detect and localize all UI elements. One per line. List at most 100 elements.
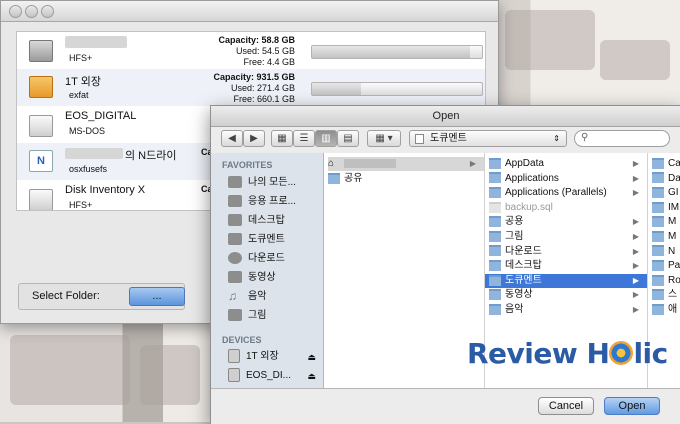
- home-icon: ⌂: [328, 158, 335, 169]
- list-item[interactable]: AppData ▶: [485, 157, 647, 171]
- sidebar-item-movies[interactable]: 동영상: [228, 270, 320, 286]
- redacted-home-name: [344, 158, 396, 168]
- disk-row[interactable]: 1T 외장 exfat Capacity: 931.5 GB Used: 271…: [17, 69, 485, 106]
- disk-name: EOS_DIGITAL: [65, 110, 137, 122]
- folder-icon: [489, 157, 501, 169]
- icon-view-button[interactable]: ▦: [271, 130, 293, 147]
- open-button[interactable]: Open: [604, 397, 660, 415]
- disk-row[interactable]: HFS+ Capacity: 58.8 GB Used: 54.5 GB Fre…: [17, 32, 485, 69]
- sidebar-item-label: 동영상: [248, 272, 276, 283]
- coverflow-view-button[interactable]: ▤: [337, 130, 359, 147]
- list-item[interactable]: 동영상 ▶: [485, 288, 647, 302]
- list-item[interactable]: IM: [652, 201, 680, 215]
- list-item[interactable]: 다운로드 ▶: [485, 245, 647, 259]
- list-item-label: 도큐멘트: [505, 274, 542, 286]
- list-item[interactable]: Da: [652, 172, 680, 186]
- cancel-button[interactable]: Cancel: [538, 397, 594, 415]
- list-item[interactable]: 음악 ▶: [485, 303, 647, 317]
- list-item-label: Ro: [668, 274, 680, 286]
- disk-free: Free: 4.4 GB: [243, 57, 295, 67]
- list-item[interactable]: backup.sql: [485, 201, 647, 215]
- eject-icon[interactable]: ⏏: [307, 349, 316, 365]
- list-item[interactable]: Applications (Parallels) ▶: [485, 186, 647, 200]
- disk-filesystem: MS-DOS: [69, 126, 105, 136]
- folder-icon: [652, 201, 664, 213]
- list-view-button[interactable]: ☰: [293, 130, 315, 147]
- forward-button[interactable]: ▶: [243, 130, 265, 147]
- disk-usage-bar: [311, 82, 483, 96]
- list-item-label: Da: [668, 172, 680, 184]
- disk-capacity: Capacity: 58.8 GB: [218, 35, 295, 45]
- list-item[interactable]: GI: [652, 186, 680, 200]
- list-item[interactable]: Ro: [652, 274, 680, 288]
- list-item-label: 동영상: [505, 289, 533, 301]
- list-item[interactable]: N: [652, 245, 680, 259]
- favorites-header: FAVORITES: [222, 160, 273, 170]
- sidebar-item-documents[interactable]: 도큐멘트: [228, 232, 320, 248]
- folder-icon: [652, 245, 664, 257]
- disk-capacity: Capacity: 931.5 GB: [213, 72, 295, 82]
- chevron-right-icon: ▶: [469, 159, 476, 168]
- disk-name: 의 N드라이: [125, 150, 177, 162]
- list-item[interactable]: 그림 ▶: [485, 230, 647, 244]
- chevron-right-icon: ▶: [632, 188, 639, 198]
- zoom-window-button[interactable]: [41, 5, 54, 18]
- list-item-label: 음악: [505, 304, 524, 315]
- sidebar-item-label: 그림: [248, 310, 267, 321]
- sidebar-item-label: 도큐멘트: [248, 234, 285, 245]
- list-item[interactable]: 애: [652, 303, 680, 317]
- sidebar-item-downloads[interactable]: 다운로드: [228, 251, 320, 267]
- folder-icon: [489, 172, 501, 184]
- sidebar-item-all-files[interactable]: 나의 모든...: [228, 175, 320, 191]
- search-field[interactable]: ⚲: [574, 130, 670, 147]
- folder-icon: [489, 303, 501, 315]
- list-item[interactable]: Applications ▶: [485, 172, 647, 186]
- sidebar-item-applications[interactable]: 응용 프로...: [228, 194, 320, 210]
- list-item-label: 공용: [505, 216, 524, 228]
- dialog-sidebar: FAVORITES 나의 모든... 응용 프로... 데스크탑 도큐멘트 다운…: [211, 153, 324, 388]
- desktop-icon: [228, 214, 242, 227]
- list-item[interactable]: Pa: [652, 259, 680, 273]
- folder-icon: [652, 303, 664, 315]
- list-item[interactable]: M: [652, 215, 680, 229]
- path-popup-label: 도큐멘트: [430, 133, 467, 144]
- list-item-label: 데스크탑: [505, 260, 542, 272]
- list-item[interactable]: 공용 ▶: [485, 215, 647, 229]
- sidebar-item-label: 다운로드: [248, 253, 285, 264]
- downloads-icon: [228, 252, 242, 265]
- list-item-label: 공유: [344, 173, 363, 184]
- folder-icon: [652, 157, 664, 169]
- list-item[interactable]: Ca: [652, 157, 680, 171]
- list-item-label: IM: [668, 201, 680, 213]
- list-item[interactable]: 공유: [328, 172, 488, 186]
- eject-icon[interactable]: ⏏: [307, 368, 316, 384]
- sidebar-item-device-1t[interactable]: 1T 외장 ⏏: [228, 349, 320, 365]
- chevron-right-icon: ▶: [632, 173, 639, 183]
- minimize-window-button[interactable]: [25, 5, 38, 18]
- list-item-label: AppData: [505, 158, 544, 169]
- close-window-button[interactable]: [9, 5, 22, 18]
- disk-usage-fill: [312, 83, 362, 95]
- file-icon: [489, 201, 501, 213]
- folder-icon: [652, 289, 664, 301]
- list-item[interactable]: 데스크탑 ▶: [485, 259, 647, 273]
- list-item[interactable]: M: [652, 230, 680, 244]
- select-folder-button[interactable]: ...: [129, 287, 185, 306]
- disk-name: 1T 외장: [65, 76, 101, 88]
- sidebar-item-desktop[interactable]: 데스크탑: [228, 213, 320, 229]
- arrange-menu-button[interactable]: ▦ ▾: [367, 130, 401, 147]
- disk-used: Used: 54.5 GB: [235, 46, 295, 56]
- path-popup[interactable]: 도큐멘트 ⇕: [409, 130, 567, 147]
- disk-filesystem: HFS+: [69, 200, 93, 210]
- disk-name: [65, 36, 127, 48]
- folder-icon: [489, 230, 501, 242]
- sidebar-item-device-eos[interactable]: EOS_DI... ⏏: [228, 368, 320, 384]
- list-item-label: Ca: [668, 158, 680, 169]
- list-item[interactable]: ⌂ ▶: [328, 157, 484, 171]
- back-button[interactable]: ◀: [221, 130, 243, 147]
- column-view-button[interactable]: ▥: [315, 130, 337, 147]
- list-item[interactable]: 스: [652, 288, 680, 302]
- sidebar-item-pictures[interactable]: 그림: [228, 308, 320, 324]
- sidebar-item-music[interactable]: ♫ 음악: [228, 289, 320, 305]
- list-item[interactable]: 도큐멘트 ▶: [485, 273, 647, 288]
